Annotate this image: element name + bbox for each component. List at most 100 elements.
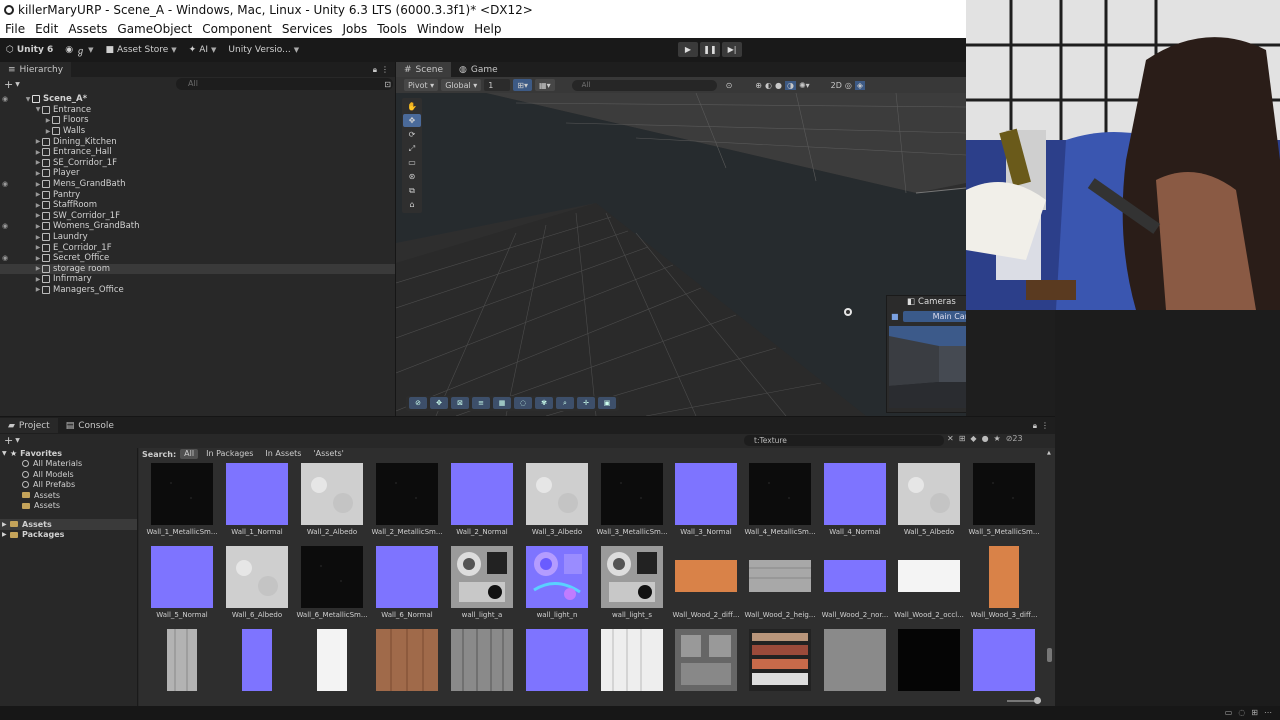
overlay-orbit-icon[interactable]: ⊘: [409, 397, 427, 409]
probe-tool-icon[interactable]: ⌂: [403, 198, 421, 211]
lock-icon[interactable]: 🔒︎: [1033, 421, 1037, 431]
expand-arrow-icon[interactable]: ▶: [44, 128, 52, 135]
notification-icon[interactable]: ⋯: [1264, 708, 1272, 717]
expand-arrow-icon[interactable]: ▶: [34, 191, 42, 198]
asset-thumbnail[interactable]: Wall_2_MetallicSm...: [371, 463, 443, 536]
move-tool-icon[interactable]: ✥: [403, 114, 421, 127]
hierarchy-item[interactable]: ▶ Floors: [0, 115, 395, 126]
overlay-probe-icon[interactable]: ✾: [535, 397, 553, 409]
clear-search-icon[interactable]: ✕: [947, 434, 954, 443]
expand-arrow-icon[interactable]: ▶: [34, 223, 42, 230]
cache-icon[interactable]: ⊞: [1251, 708, 1258, 717]
overlay-align-icon[interactable]: ≡: [472, 397, 490, 409]
eye-icon[interactable]: ◉: [2, 222, 8, 230]
menu-gameobject[interactable]: GameObject: [112, 22, 197, 36]
asset-thumbnail[interactable]: Wall_6_Normal: [376, 546, 438, 619]
menu-assets[interactable]: Assets: [63, 22, 112, 36]
favorite-item[interactable]: Assets: [0, 490, 137, 501]
version-control-button[interactable]: Unity Versio... ▼: [222, 41, 305, 59]
chevron-down-icon[interactable]: ▼: [15, 437, 20, 444]
expand-arrow-icon[interactable]: ▶: [34, 286, 42, 293]
asset-thumbnail[interactable]: Wall_2_Albedo: [301, 463, 363, 536]
expand-arrow-icon[interactable]: ▶: [34, 244, 42, 251]
asset-thumbnail[interactable]: Wall_3_MetallicSm...: [596, 463, 668, 536]
tab-hierarchy[interactable]: ≡ Hierarchy: [0, 62, 72, 77]
menu-file[interactable]: File: [0, 22, 30, 36]
overlay-search-icon[interactable]: ⌕: [556, 397, 574, 409]
asset-thumbnail[interactable]: [601, 629, 663, 691]
eye-icon[interactable]: ◉: [2, 254, 8, 262]
scale-tool-icon[interactable]: ⤢: [403, 142, 421, 155]
hierarchy-item[interactable]: ▶ StaffRoom: [0, 200, 395, 211]
lighting-toggle-icon[interactable]: ●: [775, 81, 782, 90]
menu-jobs[interactable]: Jobs: [338, 22, 373, 36]
overlay-grid-icon[interactable]: ⊠: [451, 397, 469, 409]
scene-row[interactable]: ◉ ▼ Scene_A*: [0, 94, 395, 105]
hierarchy-item[interactable]: ▶ storage room: [0, 263, 395, 275]
hierarchy-item[interactable]: ▼ Entrance: [0, 105, 395, 116]
effects-dropdown-icon[interactable]: ✺▾: [799, 81, 810, 90]
pivot-dropdown[interactable]: Pivot ▾: [404, 79, 439, 91]
overlay-axis-icon[interactable]: ✛: [577, 397, 595, 409]
asset-thumbnail[interactable]: [226, 629, 288, 691]
asset-thumbnail[interactable]: [749, 629, 811, 691]
asset-thumbnail[interactable]: Wall_5_MetallicSm...: [968, 463, 1040, 536]
expand-arrow-icon[interactable]: ▶: [2, 531, 10, 538]
menu-services[interactable]: Services: [277, 22, 338, 36]
asset-thumbnail[interactable]: Wall_Wood_2_nor...: [822, 546, 888, 619]
overlay-frame-icon[interactable]: ▣: [598, 397, 616, 409]
hierarchy-search-input[interactable]: All: [176, 78, 393, 90]
ai-button[interactable]: ✦ AI ▼: [183, 41, 223, 59]
expand-arrow-icon[interactable]: ▶: [34, 276, 42, 283]
expand-arrow-icon[interactable]: ▶: [34, 170, 42, 177]
asset-thumbnail[interactable]: Wall_3_Albedo: [526, 463, 588, 536]
favorite-item[interactable]: All Materials: [0, 459, 137, 470]
hierarchy-item[interactable]: ▶ SE_Corridor_1F: [0, 158, 395, 169]
hierarchy-item[interactable]: ▶ SW_Corridor_1F: [0, 211, 395, 222]
favorites-header[interactable]: ▼ ★ Favorites: [0, 448, 137, 459]
chevron-down-icon[interactable]: ▼: [15, 81, 20, 88]
hierarchy-item[interactable]: ▶ Managers_Office: [0, 285, 395, 296]
hierarchy-item[interactable]: ▶ Pantry: [0, 189, 395, 200]
asset-thumbnail[interactable]: wall_light_s: [601, 546, 663, 619]
asset-thumbnail[interactable]: Wall_3_Normal: [675, 463, 737, 536]
asset-thumbnail[interactable]: Wall_5_Normal: [151, 546, 213, 619]
hierarchy-item[interactable]: ◉ ▶ Womens_GrandBath: [0, 221, 395, 232]
hierarchy-item[interactable]: ▶ Player: [0, 168, 395, 179]
view-tool-icon[interactable]: ✋: [403, 100, 421, 113]
asset-thumbnail[interactable]: Wall_2_Normal: [451, 463, 513, 536]
more-menu-icon[interactable]: ⋮: [1041, 421, 1049, 430]
asset-thumbnail[interactable]: [376, 629, 438, 691]
expand-arrow-icon[interactable]: ▶: [34, 138, 42, 145]
expand-arrow-icon[interactable]: ▶: [34, 212, 42, 219]
transform-tool-icon[interactable]: ⊛: [403, 170, 421, 183]
hierarchy-item[interactable]: ◉ ▶ Mens_GrandBath: [0, 179, 395, 190]
filter-in-assets[interactable]: In Assets: [261, 449, 305, 459]
overlay-rotate-icon[interactable]: ◌: [514, 397, 532, 409]
grid-visibility-dropdown[interactable]: ▦▾: [535, 79, 555, 91]
grid-snap-dropdown[interactable]: ⊞▾: [513, 79, 533, 91]
asset-thumbnail[interactable]: Wall_1_MetallicSm...: [146, 463, 218, 536]
progress-icon[interactable]: ▭: [1225, 708, 1233, 717]
favorite-item[interactable]: All Prefabs: [0, 480, 137, 491]
hierarchy-item[interactable]: ▶ E_Corridor_1F: [0, 242, 395, 253]
expand-arrow-icon[interactable]: ▼: [2, 450, 10, 457]
asset-thumbnail[interactable]: [451, 629, 513, 691]
asset-thumbnail[interactable]: Wall_4_MetallicSm...: [744, 463, 816, 536]
asset-store-button[interactable]: ■ Asset Store ▼: [100, 41, 183, 59]
scene-viewport[interactable]: [396, 92, 966, 416]
overlay-move-icon[interactable]: ✥: [430, 397, 448, 409]
hierarchy-item[interactable]: ▶ Infirmary: [0, 274, 395, 285]
global-dropdown[interactable]: Global ▾: [441, 79, 482, 91]
custom-tool-icon[interactable]: ⧉: [403, 184, 421, 197]
hierarchy-item[interactable]: ▶ Dining_Kitchen: [0, 136, 395, 147]
menu-window[interactable]: Window: [412, 22, 469, 36]
filter-in-packages[interactable]: In Packages: [202, 449, 257, 459]
tab-scene[interactable]: # Scene: [396, 62, 451, 77]
audio-icon[interactable]: ◎: [845, 81, 852, 90]
global-view-icon[interactable]: ⊕: [755, 81, 762, 90]
asset-thumbnail[interactable]: [526, 629, 588, 691]
assets-root[interactable]: ▶ Assets: [0, 519, 137, 530]
expand-arrow-icon[interactable]: ▶: [34, 234, 42, 241]
asset-thumbnail[interactable]: Wall_Wood_2_diff...: [672, 546, 740, 619]
